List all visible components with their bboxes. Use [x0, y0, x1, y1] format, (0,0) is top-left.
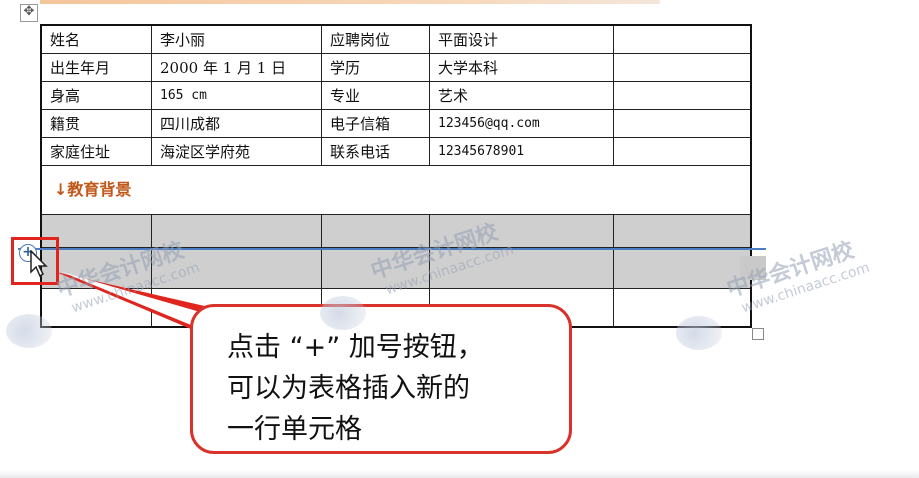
table-row: 籍贯 四川成都 电子信箱 123456@qq.com — [42, 110, 750, 138]
table-cell[interactable]: 联系电话 — [322, 138, 430, 165]
table-cell[interactable]: 专业 — [322, 82, 430, 109]
section-heading: ↓教育背景 — [54, 180, 132, 199]
table-cell[interactable] — [152, 215, 322, 247]
table-row: 家庭住址 海淀区学府苑 联系电话 12345678901 — [42, 138, 750, 166]
table-row: 出生年月 2000 年 1 月 1 日 学历 大学本科 — [42, 54, 750, 82]
table-cell[interactable] — [152, 248, 322, 288]
table-cell[interactable]: 电子信箱 — [322, 110, 430, 137]
table-cell[interactable]: 165 cm — [152, 82, 322, 109]
table-cell[interactable]: 身高 — [42, 82, 152, 109]
table-row: 身高 165 cm 专业 艺术 — [42, 82, 750, 110]
table-row: 姓名 李小丽 应聘岗位 平面设计 — [42, 26, 750, 54]
table-cell[interactable]: 家庭住址 — [42, 138, 152, 165]
table-cell[interactable]: 籍贯 — [42, 110, 152, 137]
table-cell[interactable]: 四川成都 — [152, 110, 322, 137]
table-cell[interactable]: 应聘岗位 — [322, 26, 430, 53]
table-cell[interactable]: 大学本科 — [430, 54, 614, 81]
insert-row-highlight: + — [11, 237, 59, 285]
row-insert-guide-line — [18, 248, 766, 250]
table-cell[interactable]: 出生年月 — [42, 54, 152, 81]
instruction-callout: 点击 “+” 加号按钮， 可以为表格插入新的 一行单元格 — [190, 304, 572, 454]
table-cell[interactable] — [42, 289, 152, 328]
table-cell[interactable] — [322, 248, 430, 288]
table-cell[interactable]: 123456@qq.com — [430, 110, 614, 137]
table-cell[interactable]: 学历 — [322, 54, 430, 81]
table-cell[interactable] — [322, 215, 430, 247]
resume-table[interactable]: 姓名 李小丽 应聘岗位 平面设计 出生年月 2000 年 1 月 1 日 学历 … — [40, 24, 752, 328]
table-cell[interactable]: 海淀区学府苑 — [152, 138, 322, 165]
callout-line: 可以为表格插入新的 — [227, 373, 470, 404]
mouse-cursor-icon — [30, 250, 48, 278]
table-resize-handle[interactable] — [752, 328, 764, 340]
document-page: ✥ 姓名 李小丽 应聘岗位 平面设计 出生年月 2000 年 1 月 1 日 学… — [0, 0, 919, 478]
table-cell[interactable]: 12345678901 — [430, 138, 614, 165]
table-cell[interactable]: 李小丽 — [152, 26, 322, 53]
callout-line: 点击 “+” 加号按钮， — [227, 332, 484, 363]
table-row[interactable] — [42, 215, 750, 248]
table-row[interactable] — [42, 248, 750, 289]
table-cell[interactable] — [430, 248, 614, 288]
section-row: ↓教育背景 — [42, 166, 750, 215]
watermark-logo — [676, 316, 722, 350]
callout-line: 一行单元格 — [227, 414, 362, 445]
selection-strip — [740, 256, 766, 280]
table-cell[interactable]: 平面设计 — [430, 26, 614, 53]
table-move-handle[interactable]: ✥ — [20, 4, 38, 22]
watermark-logo — [320, 296, 366, 330]
watermark-logo — [6, 314, 52, 348]
table-cell[interactable] — [430, 215, 614, 247]
table-cell[interactable]: 艺术 — [430, 82, 614, 109]
top-decorative-rule — [40, 0, 660, 4]
table-cell[interactable]: 2000 年 1 月 1 日 — [152, 54, 322, 81]
table-cell[interactable]: 姓名 — [42, 26, 152, 53]
